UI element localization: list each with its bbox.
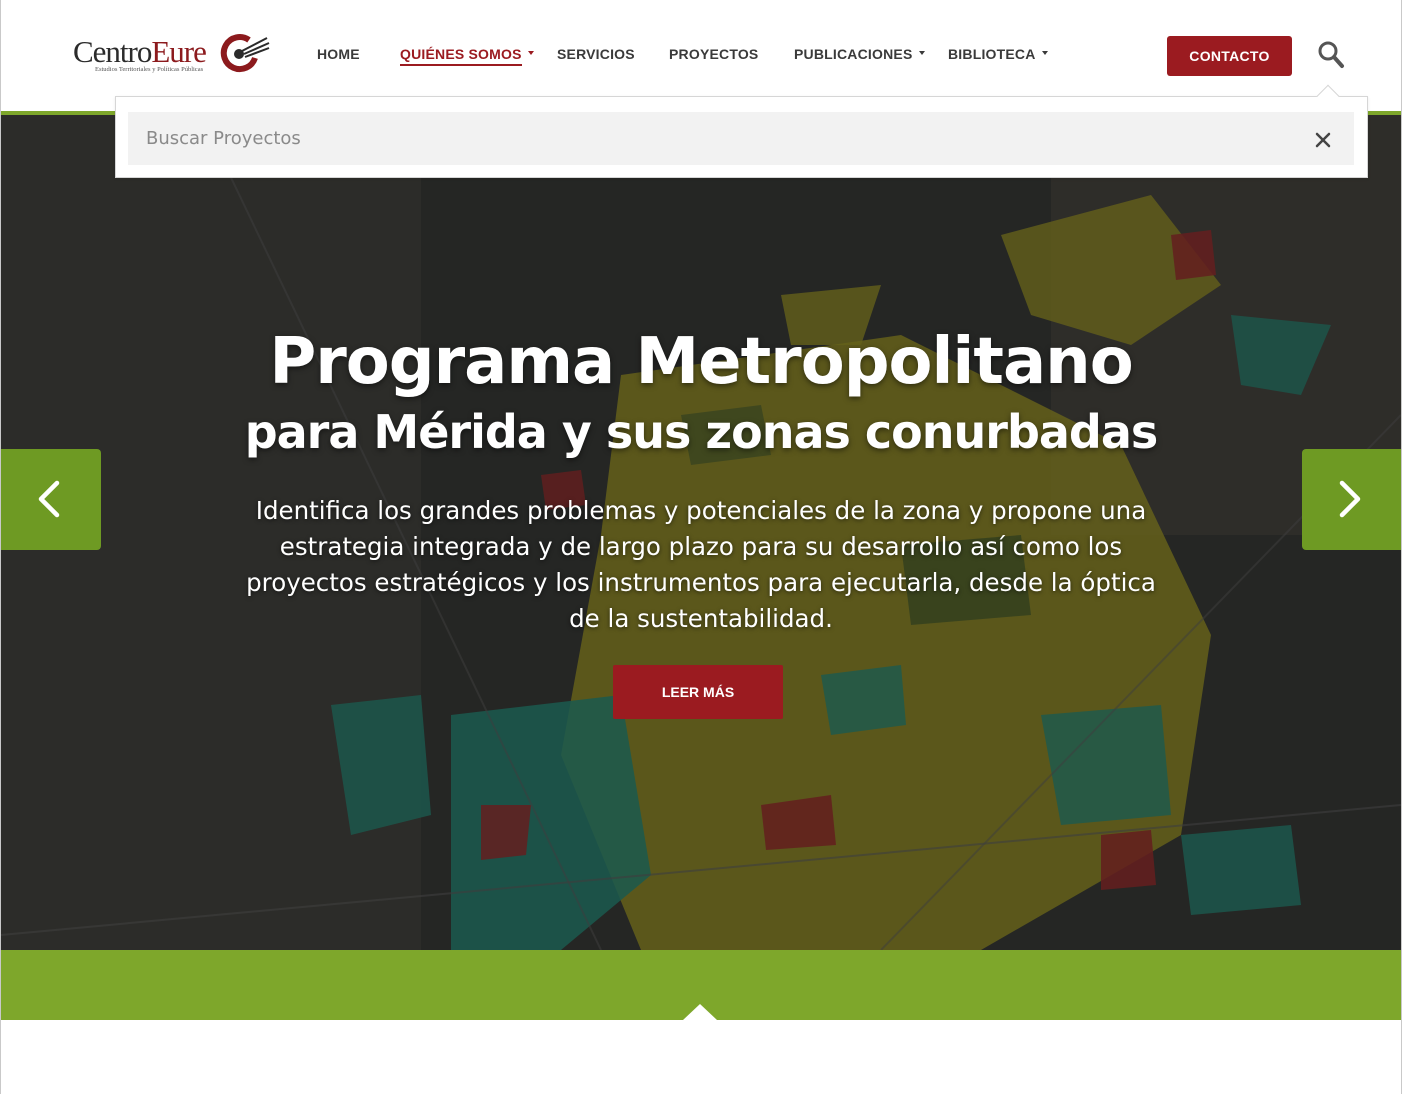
nav-item-label: SERVICIOS: [557, 46, 635, 62]
nav-item-label: BIBLIOTECA: [948, 46, 1036, 62]
nav-item-home[interactable]: HOME: [317, 46, 360, 62]
caret-down-icon: [527, 51, 534, 56]
logo-target-icon: [220, 34, 270, 73]
chevron-left-icon: [38, 480, 60, 518]
centroeure-logo[interactable]: CentroEure Estudios Territoriales y Polí…: [73, 32, 273, 76]
hero-slider: Programa Metropolitano para Mérida y sus…: [1, 115, 1401, 950]
nav-item-proyectos[interactable]: PROYECTOS: [669, 46, 758, 62]
nav-item-quienes-somos[interactable]: QUIÉNES SOMOS: [400, 46, 534, 66]
hero-subtitle: para Mérida y sus zonas conurbadas: [244, 405, 1159, 459]
nav-item-label: PROYECTOS: [669, 46, 759, 62]
magnifier-icon[interactable]: [1317, 40, 1345, 70]
contact-button[interactable]: CONTACTO: [1167, 36, 1292, 76]
nav-item-servicios[interactable]: SERVICIOS: [557, 46, 635, 62]
nav-item-biblioteca[interactable]: BIBLIOTECA: [948, 46, 1048, 62]
logo-tagline: Estudios Territoriales y Políticas Públi…: [95, 66, 204, 73]
logo-wordmark: CentroEure: [73, 34, 207, 70]
section-divider-band: [1, 950, 1401, 1020]
caret-down-icon: [918, 51, 925, 56]
nav-item-label: HOME: [317, 46, 360, 62]
read-more-button[interactable]: LEER MÁS: [613, 665, 783, 719]
caret-down-icon: [1041, 51, 1048, 56]
search-dropdown: [115, 84, 1368, 178]
slider-next-button[interactable]: [1302, 449, 1401, 550]
search-input[interactable]: [128, 112, 1354, 165]
chevron-right-icon: [1339, 480, 1361, 518]
hero-title: Programa Metropolitano: [269, 325, 1133, 399]
nav-item-label: PUBLICACIONES: [794, 46, 913, 62]
logo-name-part2: Eure: [151, 34, 207, 69]
slider-prev-button[interactable]: [1, 449, 101, 550]
logo-name-part1: Centro: [73, 34, 152, 69]
close-icon[interactable]: [1312, 129, 1334, 151]
nav-item-label: QUIÉNES SOMOS: [400, 46, 522, 66]
band-notch: [683, 1004, 717, 1020]
nav-item-publicaciones[interactable]: PUBLICACIONES: [794, 46, 925, 62]
hero-description: Identifica los grandes problemas y poten…: [246, 496, 1156, 633]
